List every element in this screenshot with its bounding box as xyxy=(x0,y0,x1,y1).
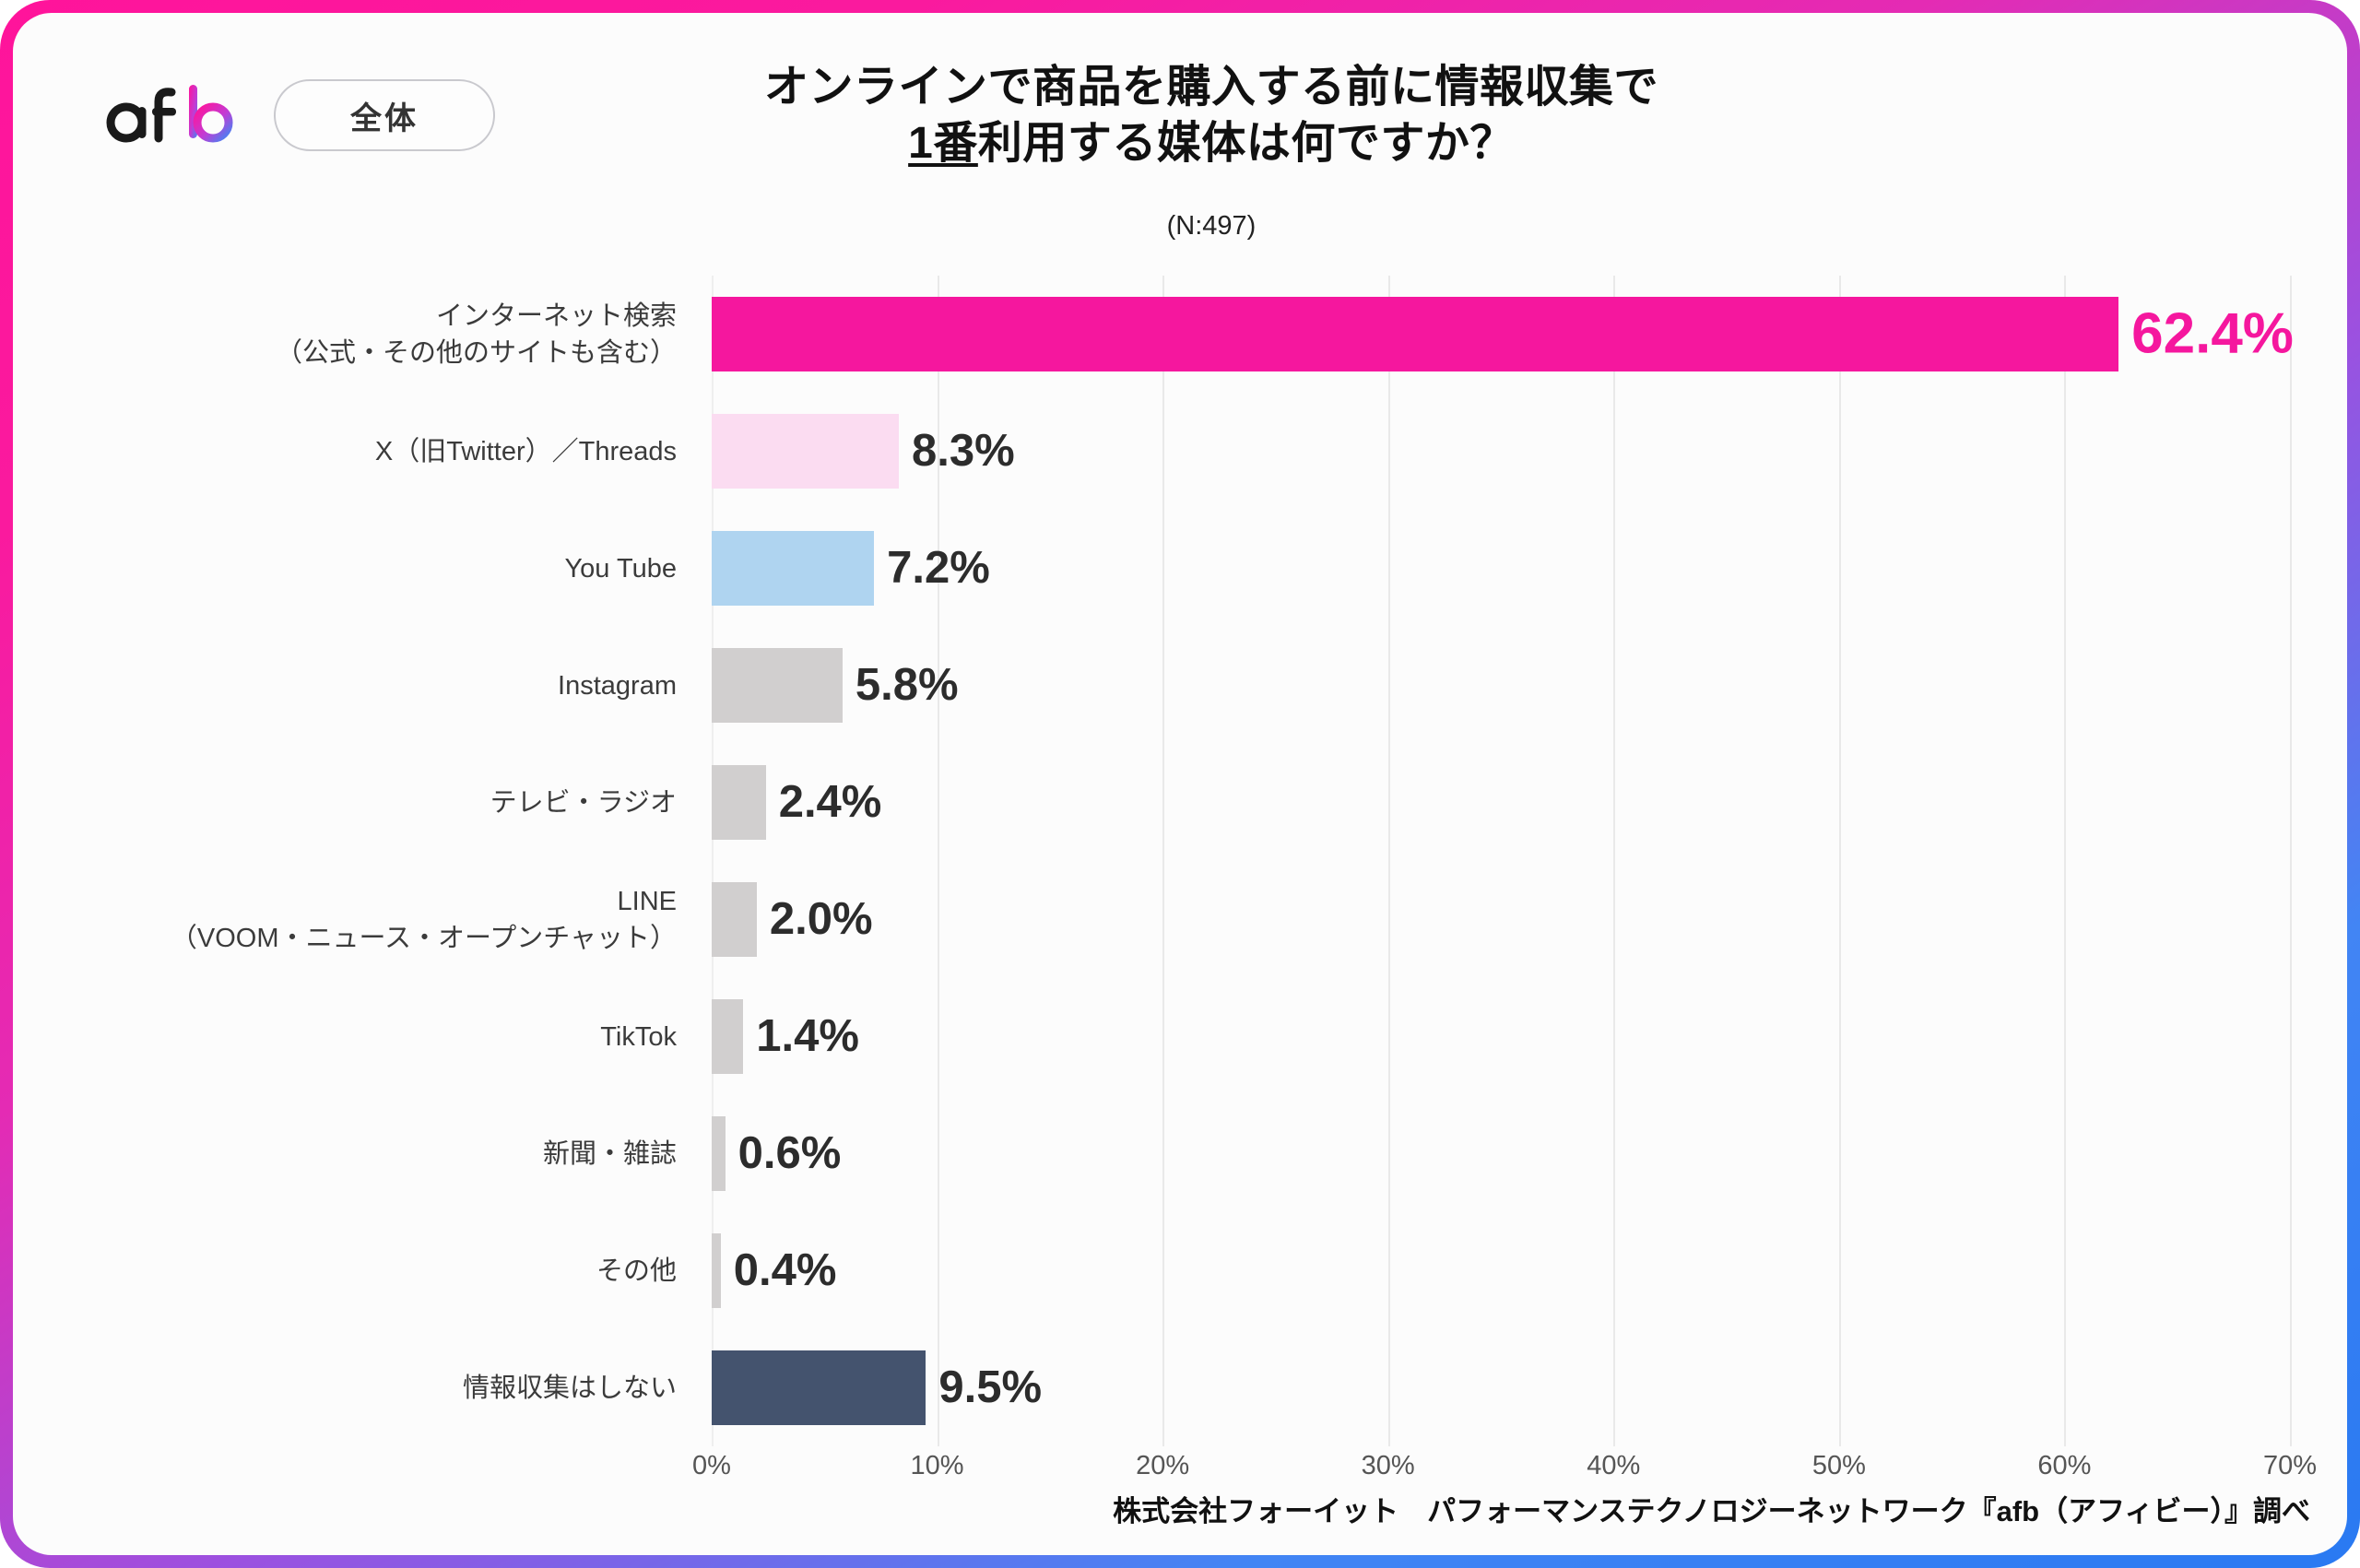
bar[interactable] xyxy=(712,881,757,958)
y-axis-label-line: テレビ・ラジオ xyxy=(490,787,677,818)
y-axis-label-line: （公式・その他のサイトも含む） xyxy=(275,337,677,368)
bar-row[interactable]: 7.2% xyxy=(712,530,2290,607)
bar-row[interactable]: 5.8% xyxy=(712,647,2290,724)
bar-chart-plot-area: 62.4% 8.3% 7.2% 5.8% 2.4% 2.0% 1.4% 0.6% 0.4% 9.5… xyxy=(712,276,2294,1446)
y-axis-label: 情報収集はしない xyxy=(13,1370,677,1407)
bar-value-label: 2.0% xyxy=(769,894,873,945)
y-axis-label-line: X（旧Twitter）／Threads xyxy=(374,436,677,466)
title-line-1: オンラインで商品を購入する前に情報収集で xyxy=(763,63,1658,112)
bar[interactable] xyxy=(712,1232,721,1309)
page-title: オンラインで商品を購入する前に情報収集で 1番利用する媒体は何ですか？ xyxy=(529,59,1894,172)
bar[interactable] xyxy=(712,413,899,489)
y-axis-label: インターネット検索 （公式・その他のサイトも含む） xyxy=(13,298,677,371)
y-axis-label-line: 新聞・雑誌 xyxy=(542,1138,677,1169)
segment-badge[interactable]: 全体 xyxy=(274,79,495,151)
y-axis-label-line: You Tube xyxy=(564,553,678,584)
x-axis-tick-label: 70% xyxy=(2262,1451,2318,1480)
bar-row[interactable]: 0.6% xyxy=(712,1115,2290,1192)
y-axis-label: X（旧Twitter）／Threads xyxy=(13,433,677,470)
y-axis-label: Instagram xyxy=(13,667,677,704)
x-axis-tick-label: 0% xyxy=(692,1451,731,1480)
y-axis-label-line: インターネット検索 xyxy=(435,301,677,331)
y-axis-label-line: その他 xyxy=(596,1256,677,1286)
x-axis-tick-label: 50% xyxy=(1811,1451,1866,1480)
bar[interactable] xyxy=(712,1115,726,1192)
x-axis-tick-label: 60% xyxy=(2037,1451,2092,1480)
y-axis-label: TikTok xyxy=(13,1019,677,1055)
bar[interactable] xyxy=(712,1350,926,1426)
sample-size-subtitle: (N:497) xyxy=(1166,211,1257,241)
bar-value-label: 0.6% xyxy=(738,1128,842,1179)
bar-row[interactable]: 0.4% xyxy=(712,1232,2290,1309)
bars-container: 62.4% 8.3% 7.2% 5.8% 2.4% 2.0% 1.4% 0.6% 0.4% 9.5… xyxy=(712,276,2294,1446)
y-axis-label-line: TikTok xyxy=(600,1021,677,1052)
bar-value-label: 5.8% xyxy=(855,660,959,711)
bar-row[interactable]: 2.0% xyxy=(712,881,2290,958)
bar-row[interactable]: 1.4% xyxy=(712,998,2290,1075)
x-axis-tick-label: 10% xyxy=(910,1451,964,1480)
bar-row[interactable]: 9.5% xyxy=(712,1350,2290,1426)
bar[interactable] xyxy=(712,530,875,607)
source-footer: 株式会社フォーイット パフォーマンステクノロジーネットワーク『afb（アフィビー… xyxy=(1113,1495,2310,1527)
title-line-2: 1番利用する媒体は何ですか？ xyxy=(529,115,1894,171)
bar-row[interactable]: 8.3% xyxy=(712,413,2290,489)
bar-value-label: 1.4% xyxy=(756,1011,859,1062)
y-axis-label: その他 xyxy=(13,1253,677,1290)
gradient-frame: 全体 オンラインで商品を購入する前に情報収集で 1番利用する媒体は何ですか？ (… xyxy=(0,0,2360,1568)
bar[interactable] xyxy=(712,647,843,724)
x-axis-tick-label: 40% xyxy=(1587,1451,1641,1480)
y-axis-label-line: （VOOM・ニュース・オープンチャット） xyxy=(170,923,677,953)
y-axis-label-line: 情報収集はしない xyxy=(462,1373,677,1403)
title-line-2-rest: 利用する媒体は何ですか？ xyxy=(977,119,1515,169)
gridline xyxy=(2290,276,2292,1446)
bar-value-label: 7.2% xyxy=(887,543,990,594)
y-axis-label: LINE （VOOM・ニュース・オープンチャット） xyxy=(13,883,677,957)
y-axis-label: 新聞・雑誌 xyxy=(13,1136,677,1173)
chart-card: 全体 オンラインで商品を購入する前に情報収集で 1番利用する媒体は何ですか？ (… xyxy=(13,13,2347,1555)
bar-value-label: 9.5% xyxy=(938,1362,1043,1413)
y-axis-label-line: LINE xyxy=(617,886,677,916)
bar[interactable] xyxy=(712,764,766,841)
bar-row[interactable]: 62.4% xyxy=(712,296,2294,372)
bar-value-label: 62.4% xyxy=(2131,301,2294,366)
title-underlined-part: 1番 xyxy=(908,119,978,169)
bar[interactable] xyxy=(712,296,2119,372)
bar-value-label: 8.3% xyxy=(911,426,1015,477)
bar-value-label: 0.4% xyxy=(733,1245,837,1296)
header: 全体 オンラインで商品を購入する前に情報収集で 1番利用する媒体は何ですか？ (… xyxy=(13,13,2347,243)
segment-badge-label: 全体 xyxy=(350,100,419,136)
bar-value-label: 2.4% xyxy=(778,777,882,828)
x-axis-tick-label: 20% xyxy=(1136,1451,1190,1480)
bar[interactable] xyxy=(712,998,744,1075)
x-axis-tick-label: 30% xyxy=(1361,1451,1415,1480)
y-axis-label-line: Instagram xyxy=(558,670,677,701)
bar-row[interactable]: 2.4% xyxy=(712,764,2290,841)
y-axis-label: テレビ・ラジオ xyxy=(13,784,677,821)
afb-logo-icon xyxy=(106,85,233,143)
y-axis-label: You Tube xyxy=(13,550,678,587)
